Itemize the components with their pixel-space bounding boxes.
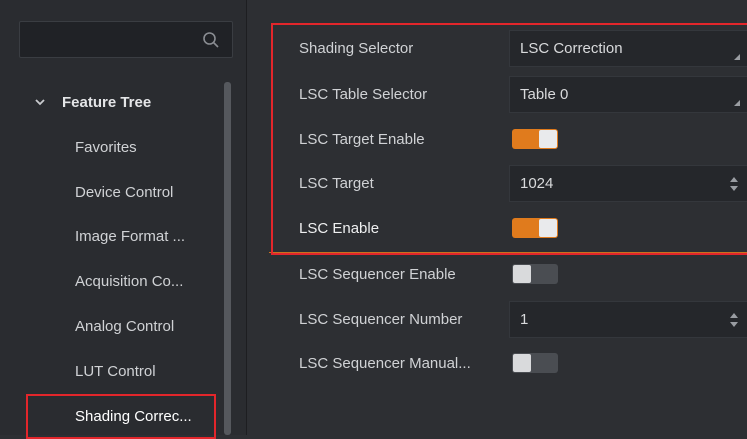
- highlight-box-properties: [271, 23, 747, 255]
- chevron-down-icon[interactable]: [34, 96, 46, 108]
- property-label: LSC Sequencer Enable: [299, 266, 456, 283]
- tree-item-image-format[interactable]: Image Format ...: [75, 216, 185, 256]
- toggle-knob: [513, 265, 531, 283]
- tree-item-acquisition-control[interactable]: Acquisition Co...: [75, 261, 183, 301]
- tree-item-analog-control[interactable]: Analog Control: [75, 306, 174, 346]
- number-value: 1: [520, 311, 529, 328]
- tree-item-device-control[interactable]: Device Control: [75, 172, 173, 212]
- tree-item-favorites[interactable]: Favorites: [75, 127, 137, 167]
- spinner-arrows-icon[interactable]: [730, 311, 738, 329]
- property-row-lsc-sequencer-enable: LSC Sequencer Enable: [247, 252, 747, 297]
- sidebar-scrollbar[interactable]: [224, 82, 231, 435]
- property-label: LSC Sequencer Manual...: [299, 355, 471, 372]
- search-icon[interactable]: [202, 31, 220, 49]
- feature-tree-header[interactable]: Feature Tree: [34, 90, 151, 114]
- lsc-sequencer-enable-toggle[interactable]: [512, 264, 558, 284]
- property-row-lsc-sequencer-manual: LSC Sequencer Manual...: [247, 341, 747, 386]
- feature-sidebar: Feature Tree Favorites Device Control Im…: [0, 0, 247, 439]
- toggle-knob: [513, 354, 531, 372]
- tree-item-lut-control[interactable]: LUT Control: [75, 351, 156, 391]
- feature-tree-title: Feature Tree: [62, 93, 152, 111]
- property-row-lsc-sequencer-number: LSC Sequencer Number 1: [247, 297, 747, 342]
- lsc-sequencer-manual-toggle[interactable]: [512, 353, 558, 373]
- lsc-sequencer-number-input[interactable]: 1: [509, 301, 747, 338]
- search-input[interactable]: [19, 21, 233, 58]
- highlight-box-sidebar: [26, 394, 216, 439]
- property-label: LSC Sequencer Number: [299, 311, 463, 328]
